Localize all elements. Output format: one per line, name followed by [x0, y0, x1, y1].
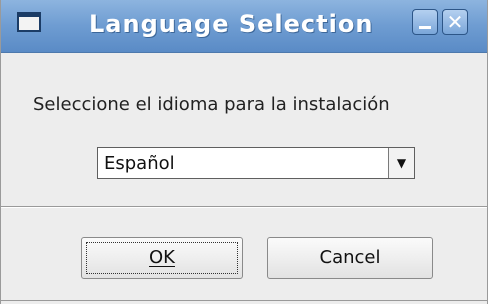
ok-button-label: OK	[149, 247, 175, 268]
title-bar[interactable]: Language Selection ✕	[1, 0, 487, 53]
selected-language: Español	[104, 153, 175, 174]
dropdown-arrow-icon[interactable]: ▼	[388, 148, 414, 178]
cancel-button-label: Cancel	[319, 247, 381, 268]
close-icon: ✕	[446, 10, 464, 34]
separator	[1, 206, 487, 208]
language-selection-window: Language Selection ✕ Seleccione el idiom…	[0, 0, 488, 304]
window-title: Language Selection	[89, 10, 374, 38]
minimize-icon	[419, 26, 431, 29]
window-bottom-border	[1, 300, 487, 301]
language-dropdown[interactable]: Español ▼	[97, 147, 415, 179]
cancel-button[interactable]: Cancel	[267, 237, 433, 279]
minimize-button[interactable]	[412, 9, 438, 35]
window-icon[interactable]	[17, 12, 41, 32]
close-button[interactable]: ✕	[442, 9, 468, 35]
language-prompt: Seleccione el idioma para la instalación	[33, 94, 390, 115]
ok-button[interactable]: OK	[81, 237, 243, 279]
